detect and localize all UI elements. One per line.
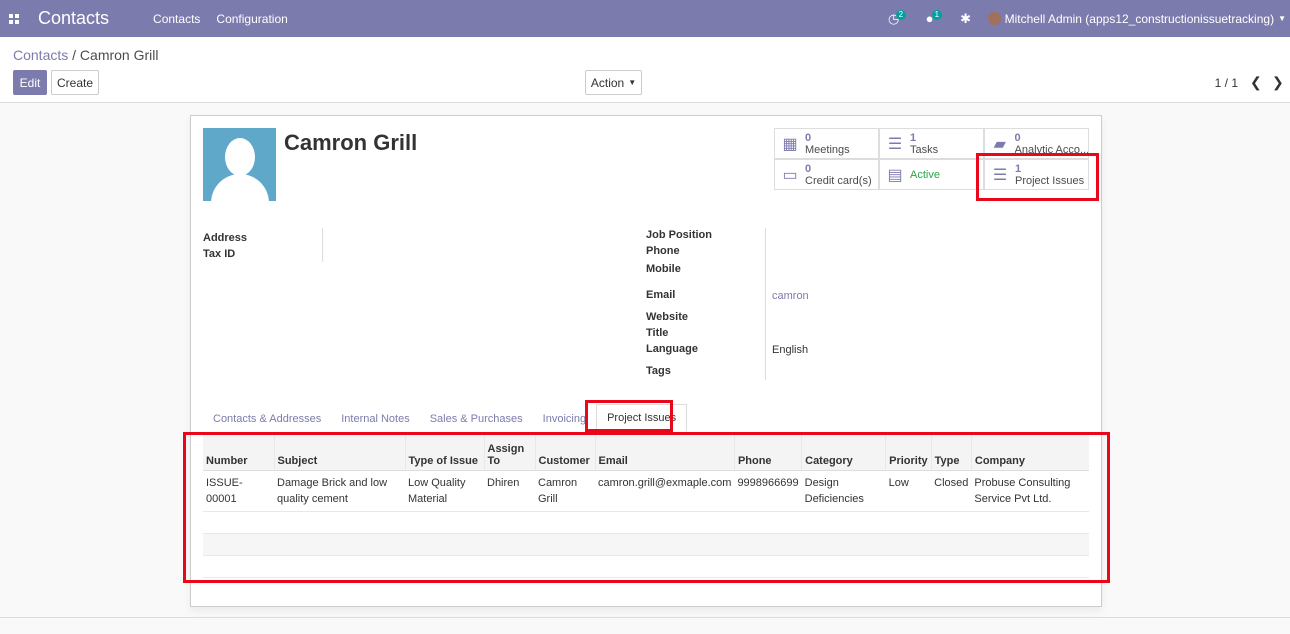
- apps-menu-icon[interactable]: [0, 0, 28, 37]
- credit-card-icon: ▭: [782, 166, 798, 184]
- calendar-icon: ▦: [782, 135, 798, 153]
- activity-badge: 2: [895, 10, 907, 20]
- breadcrumb: Contacts / Camron Grill: [13, 47, 159, 63]
- user-avatar: [987, 12, 1001, 25]
- tasks-smart-button[interactable]: ☰ 1 Tasks: [879, 128, 984, 159]
- language-value: English: [772, 344, 809, 356]
- highlight-box-issues-table: [183, 432, 1110, 583]
- action-label: Action: [590, 75, 625, 90]
- user-menu[interactable]: Mitchell Admin (apps12_constructionissue…: [987, 11, 1286, 26]
- pager-previous-icon[interactable]: ❮: [1250, 74, 1262, 91]
- address-label: Address: [203, 232, 248, 244]
- debug-bug-icon[interactable]: ✱: [948, 0, 984, 37]
- email-value[interactable]: camron: [772, 290, 809, 302]
- language-label: Language: [646, 343, 698, 355]
- tags-label: Tags: [646, 365, 671, 377]
- menu-configuration[interactable]: Configuration: [216, 12, 287, 26]
- activity-icon[interactable]: ◷ 2: [876, 0, 912, 37]
- tab-contacts-addresses[interactable]: Contacts & Addresses: [203, 406, 331, 432]
- app-brand[interactable]: Contacts: [38, 8, 109, 29]
- archive-icon: ▤: [887, 166, 903, 184]
- edit-button[interactable]: Edit: [13, 70, 47, 95]
- caret-down-icon: ▼: [628, 78, 637, 87]
- field-divider: [322, 228, 323, 262]
- phone-label: Phone: [646, 245, 680, 257]
- action-dropdown[interactable]: Action ▼: [585, 70, 642, 95]
- tax-id-label: Tax ID: [203, 248, 236, 260]
- contact-name: Camron Grill: [284, 130, 418, 155]
- job-position-label: Job Position: [646, 229, 712, 241]
- create-button[interactable]: Create: [51, 70, 99, 95]
- tab-sales-purchases[interactable]: Sales & Purchases: [420, 406, 533, 432]
- contact-avatar[interactable]: [203, 128, 276, 201]
- menu-contacts[interactable]: Contacts: [153, 12, 200, 26]
- tasks-icon: ☰: [887, 135, 903, 153]
- field-divider-right: [765, 228, 766, 380]
- pager-value[interactable]: 1 / 1: [1215, 76, 1238, 90]
- active-toggle-button[interactable]: ▤ Active: [879, 159, 984, 190]
- website-label: Website: [646, 311, 688, 323]
- messages-icon[interactable]: ● 1: [912, 0, 948, 37]
- breadcrumb-current: Camron Grill: [79, 47, 159, 63]
- title-label: Title: [646, 327, 669, 339]
- breadcrumb-contacts[interactable]: Contacts: [13, 47, 68, 63]
- user-name: Mitchell Admin (apps12_constructionissue…: [1004, 11, 1275, 26]
- control-panel: Contacts / Camron Grill Edit Create Acti…: [0, 37, 1290, 103]
- breadcrumb-separator: /: [72, 47, 77, 63]
- highlight-box-project-issues-button: [976, 153, 1099, 201]
- messages-badge: 1: [931, 10, 943, 20]
- credit-cards-smart-button[interactable]: ▭ 0 Credit card(s): [774, 159, 879, 190]
- page-bottom-divider: [0, 617, 1290, 618]
- tab-internal-notes[interactable]: Internal Notes: [331, 406, 419, 432]
- mobile-label: Mobile: [646, 263, 681, 275]
- meetings-smart-button[interactable]: ▦ 0 Meetings: [774, 128, 879, 159]
- email-label: Email: [646, 289, 676, 301]
- pager-next-icon[interactable]: ❯: [1272, 74, 1284, 91]
- top-navbar: Contacts Contacts Configuration ◷ 2 ● 1 ✱ …: [0, 0, 1290, 37]
- chevron-down-icon: ▼: [1278, 14, 1286, 23]
- highlight-box-project-issues-tab: [585, 400, 673, 432]
